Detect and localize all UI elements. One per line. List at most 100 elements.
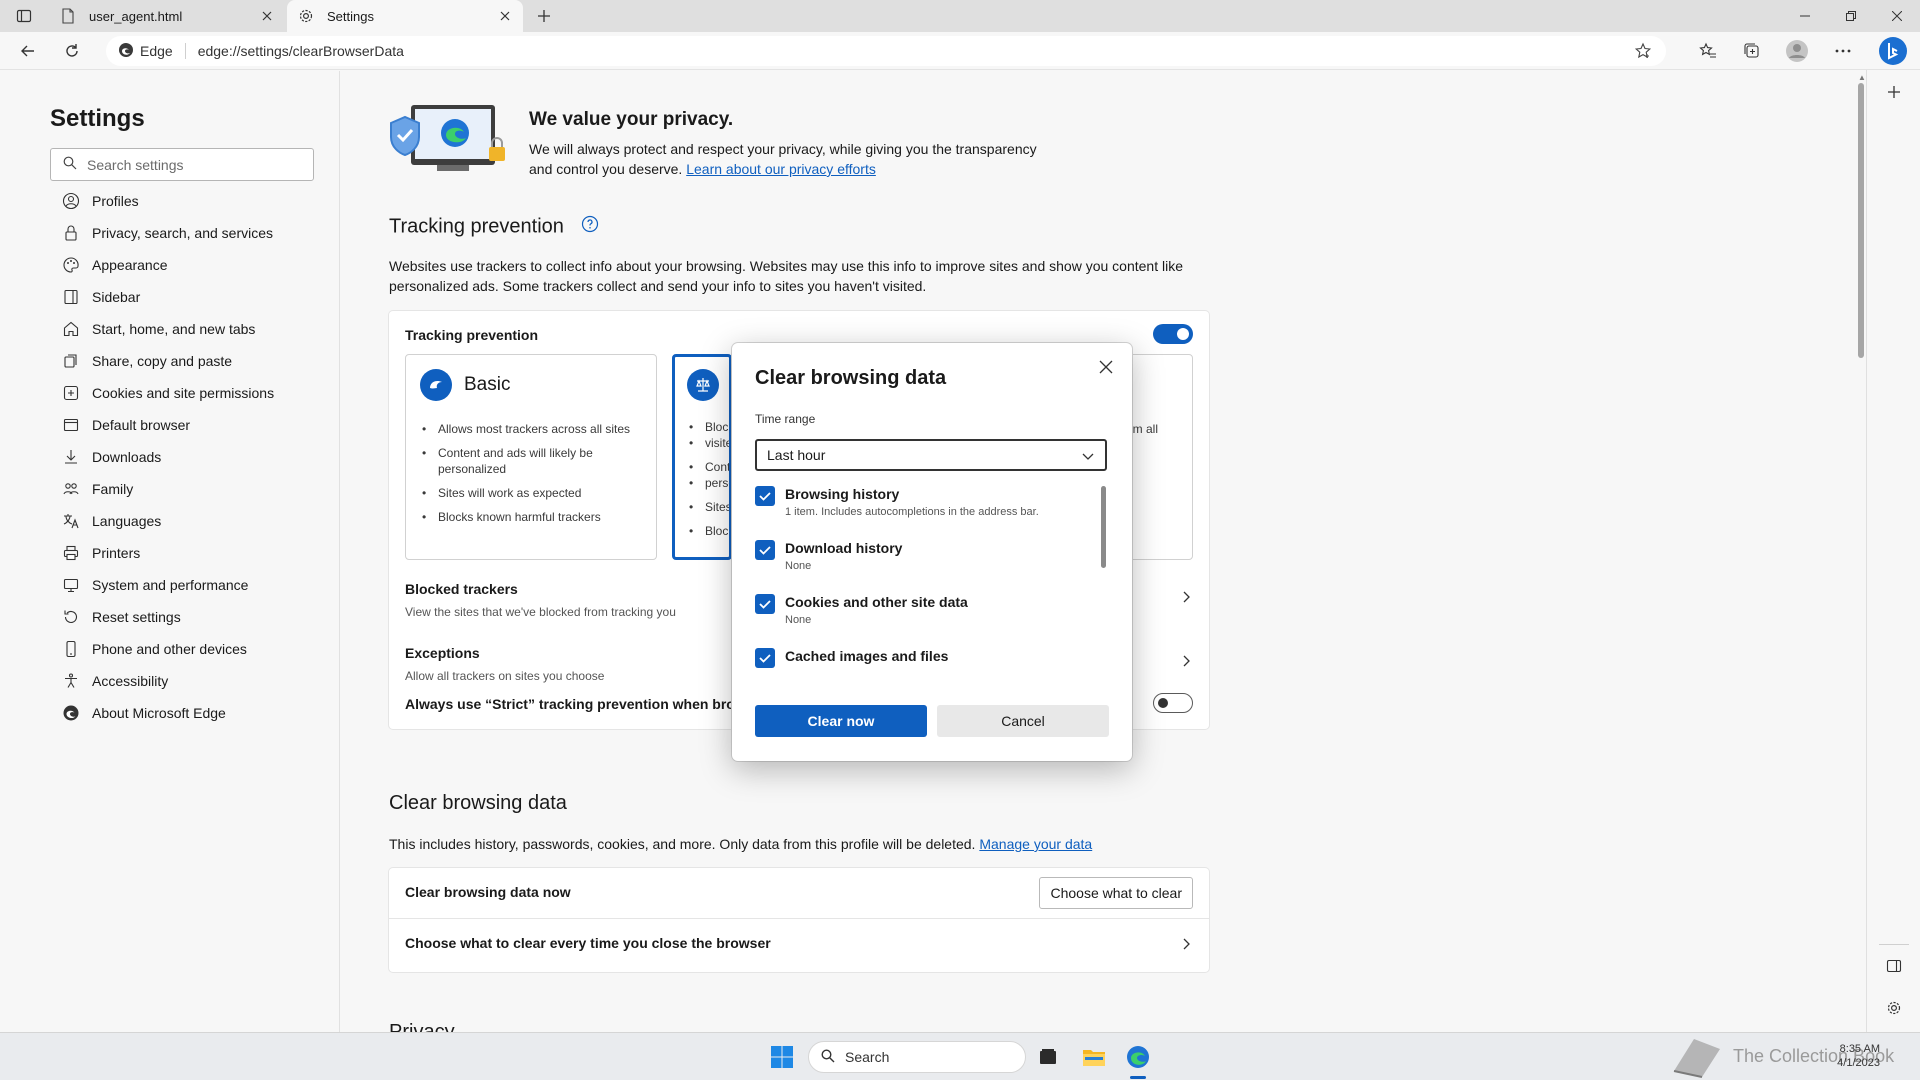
sidebar-item-default-browser[interactable]: Default browser (62, 409, 332, 441)
sidebar-item-family[interactable]: Family (62, 473, 332, 505)
help-icon[interactable] (581, 215, 599, 239)
clear-now-button[interactable]: Clear now (755, 705, 927, 737)
chevron-right-icon[interactable] (1179, 654, 1193, 668)
data-type-item[interactable]: Cached images and files Frees up less tha… (755, 646, 1095, 669)
sidebar-item-label: Default browser (92, 417, 191, 433)
close-icon[interactable] (497, 8, 513, 24)
checkbox[interactable] (755, 648, 775, 668)
favorite-add-icon[interactable] (1634, 42, 1652, 60)
bullet: Content and ads will likely be personali… (420, 445, 640, 477)
sidebar-item-downloads[interactable]: Downloads (62, 441, 332, 473)
accessibility-icon (62, 672, 80, 690)
close-window-button[interactable] (1874, 0, 1920, 32)
favorites-button[interactable] (1694, 38, 1722, 64)
strict-label: Always use “Strict” tracking prevention … (405, 696, 754, 712)
sidebar-item-phone-and-other-devices[interactable]: Phone and other devices (62, 633, 332, 665)
tab-user-agent[interactable]: user_agent.html (49, 0, 285, 32)
gear-icon (297, 7, 315, 25)
task-view-icon[interactable] (1032, 1041, 1064, 1073)
search-placeholder: Search settings (87, 156, 184, 173)
sidebar-item-start-home-and-new-tabs[interactable]: Start, home, and new tabs (62, 313, 332, 345)
sidebar-item-about-microsoft-edge[interactable]: About Microsoft Edge (62, 697, 332, 729)
tab-strip: user_agent.html Settings (0, 0, 1920, 32)
windows-start-icon[interactable] (766, 1041, 798, 1073)
sidebar-item-label: Cookies and site permissions (92, 385, 275, 401)
tab-actions-icon[interactable] (12, 6, 36, 26)
clear-description-text: This includes history, passwords, cookie… (389, 836, 976, 852)
tracking-toggle[interactable] (1153, 324, 1193, 344)
taskbar-search[interactable]: Search (808, 1041, 1026, 1073)
exceptions-title[interactable]: Exceptions (405, 645, 480, 661)
taskbar-search-label: Search (845, 1049, 890, 1065)
system-clock[interactable]: 8:35 AM 4/1/2023 (1830, 1042, 1880, 1070)
sidebar-item-system-and-performance[interactable]: System and performance (62, 569, 332, 601)
site-identity[interactable]: Edge (118, 42, 186, 59)
sidebar-item-share-copy-and-paste[interactable]: Share, copy and paste (62, 345, 332, 377)
scroll-up-icon[interactable]: ▲ (1858, 73, 1865, 82)
clear-description: This includes history, passwords, cookie… (389, 834, 1092, 854)
privacy-link[interactable]: Learn about our privacy efforts (686, 161, 876, 177)
sidebar-item-reset-settings[interactable]: Reset settings (62, 601, 332, 633)
search-settings-input[interactable]: Search settings (50, 148, 314, 181)
clear-browsing-dialog: Clear browsing data Time range Last hour… (732, 343, 1132, 761)
cookie-icon (62, 384, 80, 402)
cancel-button[interactable]: Cancel (937, 705, 1109, 737)
data-type-item[interactable]: Cookies and other site data None (755, 592, 1095, 646)
hide-sidebar-icon[interactable] (1882, 954, 1906, 978)
data-type-item[interactable]: Browsing history 1 item. Includes autocom… (755, 484, 1095, 538)
option-balanced[interactable]: Block visite Cont perso Sites Block (672, 354, 732, 560)
checkbox[interactable] (755, 486, 775, 506)
data-type-sub: None (785, 560, 812, 572)
data-type-item[interactable]: Download history None (755, 538, 1095, 592)
back-button[interactable] (14, 38, 42, 64)
time-range-select[interactable]: Last hour (755, 439, 1107, 471)
close-icon[interactable] (1092, 353, 1120, 381)
refresh-button[interactable] (58, 38, 86, 64)
sidebar-item-label: Family (92, 481, 134, 497)
chevron-right-icon[interactable] (1179, 590, 1193, 604)
bullet: Block (687, 419, 729, 435)
dialog-scrollbar[interactable] (1101, 486, 1106, 568)
new-tab-button[interactable] (532, 4, 556, 28)
settings-title: Settings (50, 105, 145, 132)
close-icon[interactable] (259, 8, 275, 24)
scroll-thumb[interactable] (1858, 83, 1864, 358)
tab-title: Settings (327, 8, 374, 24)
more-options-icon[interactable] (1829, 38, 1857, 64)
family-icon (62, 480, 80, 498)
clear-on-close-row[interactable]: Choose what to clear every time you clos… (389, 918, 1209, 968)
chevron-right-icon[interactable] (1179, 937, 1193, 951)
sidebar-item-privacy-search-and-services[interactable]: Privacy, search, and services (62, 217, 332, 249)
sidebar-item-label: Profiles (92, 193, 139, 209)
bing-chat-icon[interactable] (1876, 34, 1910, 68)
file-explorer-icon[interactable] (1078, 1041, 1110, 1073)
sidebar-item-cookies-and-site-permissions[interactable]: Cookies and site permissions (62, 377, 332, 409)
restore-button[interactable] (1828, 0, 1874, 32)
checkbox[interactable] (755, 594, 775, 614)
collections-button[interactable] (1738, 38, 1766, 64)
manage-data-link[interactable]: Manage your data (979, 836, 1092, 852)
blocked-trackers-title[interactable]: Blocked trackers (405, 581, 518, 597)
gear-icon[interactable] (1882, 996, 1906, 1020)
profile-avatar[interactable] (1783, 38, 1811, 64)
sidebar-item-accessibility[interactable]: Accessibility (62, 665, 332, 697)
sidebar-item-profiles[interactable]: Profiles (62, 185, 332, 217)
tab-settings[interactable]: Settings (287, 0, 523, 32)
dialog-title: Clear browsing data (755, 367, 947, 389)
choose-what-to-clear-button[interactable]: Choose what to clear (1039, 877, 1193, 909)
checkbox[interactable] (755, 540, 775, 560)
sidebar-item-label: Printers (92, 545, 141, 561)
sidebar-item-languages[interactable]: Languages (62, 505, 332, 537)
minimize-button[interactable] (1782, 0, 1828, 32)
sidebar-item-label: Phone and other devices (92, 641, 247, 657)
sidebar-item-sidebar[interactable]: Sidebar (62, 281, 332, 313)
strict-toggle[interactable] (1153, 693, 1193, 713)
sidebar-item-label: Appearance (92, 257, 168, 273)
sidebar-item-appearance[interactable]: Appearance (62, 249, 332, 281)
page-scrollbar[interactable]: ▲ (1857, 71, 1865, 1032)
edge-taskbar-icon[interactable] (1122, 1041, 1154, 1073)
add-icon[interactable] (1882, 80, 1906, 104)
option-basic[interactable]: Basic Allows most trackers across all si… (405, 354, 657, 560)
sidebar-item-printers[interactable]: Printers (62, 537, 332, 569)
address-bar[interactable]: Edge edge://settings/clearBrowserData (106, 36, 1666, 66)
